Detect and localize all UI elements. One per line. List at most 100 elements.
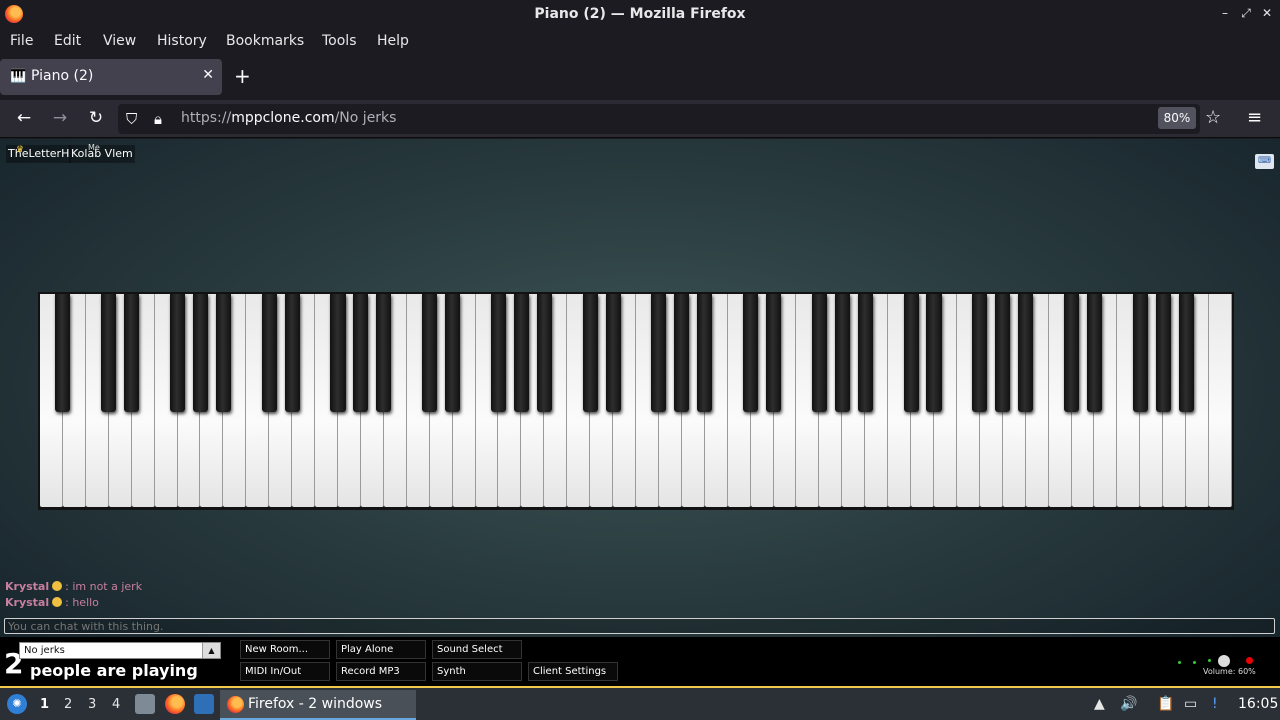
- black-key[interactable]: [972, 294, 988, 412]
- black-key[interactable]: [215, 294, 231, 412]
- forward-button[interactable]: →: [49, 108, 71, 128]
- black-key[interactable]: [903, 294, 919, 412]
- black-key[interactable]: [697, 294, 713, 412]
- black-key[interactable]: [169, 294, 186, 412]
- black-key[interactable]: [445, 294, 461, 412]
- tray-expand-icon[interactable]: ▲: [1094, 696, 1105, 712]
- midi-button[interactable]: MIDI In/Out: [240, 662, 330, 681]
- black-key[interactable]: [55, 294, 71, 412]
- close-window-button[interactable]: ✕: [1260, 6, 1274, 20]
- black-key[interactable]: [490, 294, 507, 412]
- client-settings-button[interactable]: Client Settings: [528, 662, 618, 681]
- black-key[interactable]: [101, 294, 117, 412]
- chat-text: im not a jerk: [72, 580, 143, 593]
- menu-edit[interactable]: Edit: [54, 33, 81, 49]
- back-button[interactable]: ←: [13, 108, 35, 128]
- dropdown-arrow-icon[interactable]: ▲: [202, 643, 220, 658]
- menu-view[interactable]: View: [103, 33, 136, 49]
- play-alone-button[interactable]: Play Alone: [336, 640, 426, 659]
- menu-help[interactable]: Help: [377, 33, 409, 49]
- black-key[interactable]: [261, 294, 277, 412]
- reload-button[interactable]: ↻: [85, 108, 107, 128]
- maximize-button[interactable]: ⤢: [1239, 6, 1253, 21]
- sound-select-button[interactable]: Sound Select: [432, 640, 522, 659]
- black-key[interactable]: [284, 294, 300, 412]
- black-key[interactable]: [765, 294, 782, 412]
- tracking-shield-icon[interactable]: ⛉: [126, 110, 137, 128]
- workspace-4[interactable]: 4: [112, 697, 120, 712]
- app-menu-button[interactable]: ≡: [1247, 107, 1262, 128]
- bookmark-star-icon[interactable]: ☆: [1205, 107, 1221, 128]
- minimize-button[interactable]: –: [1218, 6, 1232, 20]
- black-key[interactable]: [674, 294, 690, 412]
- tab-close-icon[interactable]: ✕: [202, 67, 214, 83]
- synth-button[interactable]: Synth: [432, 662, 522, 681]
- black-key[interactable]: [1063, 294, 1080, 412]
- black-key[interactable]: [605, 294, 621, 412]
- piano-keyboard[interactable]: [38, 292, 1234, 510]
- piano-page: ♛ TheLetterH Kolab Vlem Me ⌨ Krystal: im…: [0, 139, 1280, 686]
- black-key[interactable]: [1018, 294, 1034, 412]
- menu-history[interactable]: History: [157, 33, 207, 49]
- workspace-2[interactable]: 2: [64, 697, 72, 712]
- new-tab-button[interactable]: +: [234, 64, 251, 88]
- black-key[interactable]: [857, 294, 873, 412]
- black-key[interactable]: [926, 294, 942, 412]
- user-tag-theletterh[interactable]: ♛ TheLetterH: [6, 145, 72, 163]
- piano-icon: 🎹: [10, 69, 27, 84]
- black-key[interactable]: [582, 294, 598, 412]
- display-icon[interactable]: ▭: [1184, 696, 1197, 712]
- status-dot: [1193, 661, 1196, 664]
- black-key[interactable]: [1086, 294, 1103, 412]
- black-key[interactable]: [651, 294, 667, 412]
- black-key[interactable]: [422, 294, 438, 412]
- url-bar[interactable]: ⛉ 🔒︎ https://mppclone.com/No jerks 80%: [118, 104, 1200, 134]
- lock-icon[interactable]: 🔒︎: [154, 110, 162, 128]
- user-tag-kolab-vlem[interactable]: Kolab Vlem: [69, 145, 135, 163]
- controls-bar: 2 people are playing No jerks ▲ New Room…: [0, 637, 1280, 686]
- taskbar: ✺ 1 2 3 4 Firefox - 2 windows ▲ 🔊 📋 ▭ ! …: [0, 686, 1280, 720]
- black-key[interactable]: [376, 294, 392, 412]
- black-key[interactable]: [124, 294, 140, 412]
- black-key[interactable]: [513, 294, 529, 412]
- notification-icon[interactable]: !: [1212, 696, 1218, 712]
- url-text[interactable]: https://mppclone.com/No jerks: [181, 110, 396, 126]
- volume-icon[interactable]: 🔊: [1120, 696, 1137, 712]
- chat-input[interactable]: [4, 618, 1275, 634]
- keyboard-toggle-icon[interactable]: ⌨: [1255, 154, 1274, 169]
- black-key[interactable]: [995, 294, 1011, 412]
- white-key[interactable]: [1209, 294, 1232, 507]
- workspace-3[interactable]: 3: [88, 697, 96, 712]
- new-room-button[interactable]: New Room...: [240, 640, 330, 659]
- task-firefox[interactable]: Firefox - 2 windows: [220, 690, 416, 720]
- firefox-launcher-icon[interactable]: [165, 694, 185, 714]
- menu-bookmarks[interactable]: Bookmarks: [226, 33, 304, 49]
- menu-file[interactable]: File: [10, 33, 33, 49]
- black-key[interactable]: [811, 294, 827, 412]
- workspace-1[interactable]: 1: [40, 697, 49, 712]
- record-mp3-button[interactable]: Record MP3: [336, 662, 426, 681]
- menu-tools[interactable]: Tools: [322, 33, 357, 49]
- black-key[interactable]: [1132, 294, 1148, 412]
- black-key[interactable]: [743, 294, 759, 412]
- tab-title: Piano (2): [31, 68, 94, 84]
- start-menu-icon[interactable]: ✺: [7, 694, 27, 714]
- clipboard-icon[interactable]: 📋: [1157, 696, 1174, 712]
- tab-piano[interactable]: 🎹 Piano (2) ✕: [0, 59, 222, 95]
- terminal-icon[interactable]: [194, 694, 214, 714]
- room-select[interactable]: No jerks ▲: [19, 642, 221, 659]
- window-titlebar: Piano (2) — Mozilla Firefox – ⤢ ✕: [0, 0, 1280, 29]
- black-key[interactable]: [330, 294, 346, 412]
- volume-knob[interactable]: [1218, 655, 1230, 667]
- file-manager-icon[interactable]: [135, 694, 155, 714]
- black-key[interactable]: [353, 294, 369, 412]
- volume-label: Volume: 60%: [1203, 667, 1256, 676]
- black-key[interactable]: [536, 294, 552, 412]
- zoom-indicator[interactable]: 80%: [1158, 107, 1196, 129]
- menu-bar: File Edit View History Bookmarks Tools H…: [0, 29, 1280, 54]
- black-key[interactable]: [1178, 294, 1194, 412]
- black-key[interactable]: [192, 294, 209, 412]
- nav-bar: ← → ↻ ⛉ 🔒︎ https://mppclone.com/No jerks…: [0, 100, 1280, 138]
- black-key[interactable]: [1155, 294, 1171, 412]
- black-key[interactable]: [834, 294, 850, 412]
